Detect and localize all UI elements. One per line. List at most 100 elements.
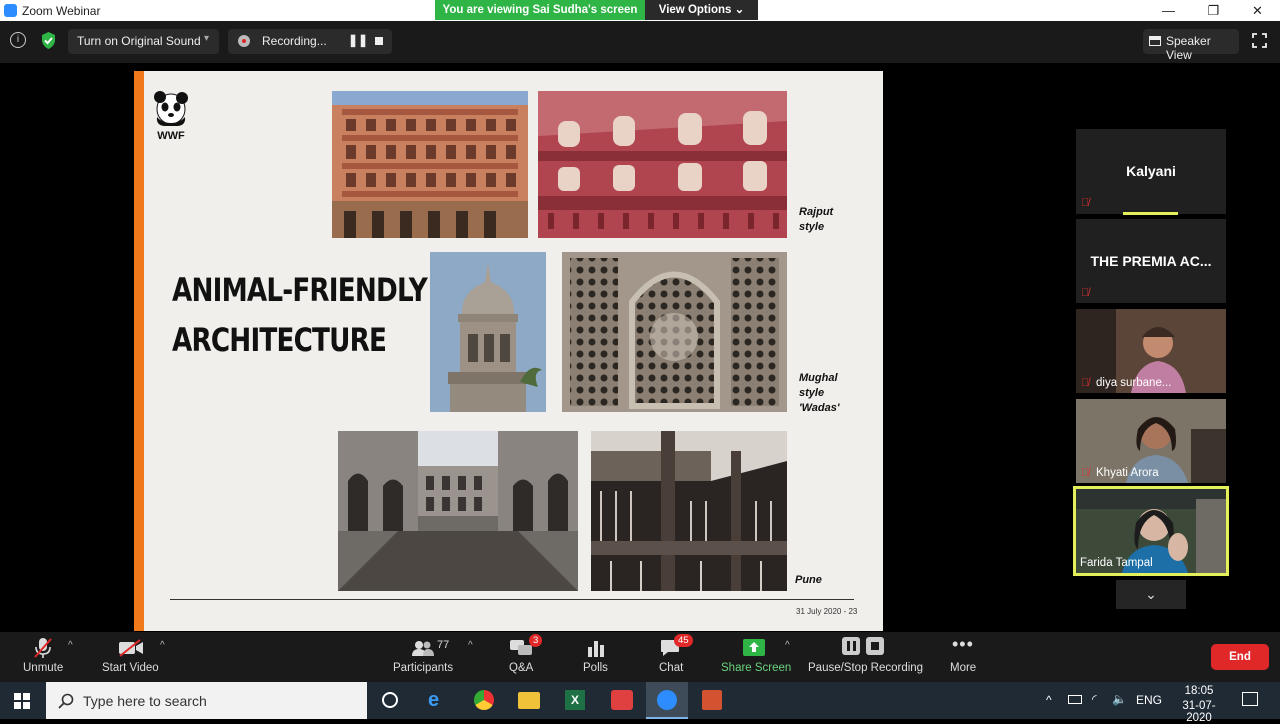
chrome-icon[interactable] (474, 690, 494, 710)
notification-center-icon[interactable] (1242, 692, 1258, 706)
search-placeholder: Type here to search (83, 693, 207, 709)
view-options-button[interactable]: View Options ⌄ (645, 0, 758, 20)
participant-name: diya surbane... (1096, 377, 1172, 389)
minimize-button[interactable]: — (1146, 0, 1191, 21)
muted-mic-icon: 🎙̸ (1081, 467, 1090, 479)
presentation-slide: WWF ANIMAL-FRIENDLY ARCHITECTURE Rajput … (134, 71, 883, 631)
window-title: Zoom Webinar (22, 4, 101, 18)
pause-recording-icon (842, 637, 860, 655)
participants-options-caret-icon[interactable]: ^ (468, 640, 473, 651)
share-screen-button[interactable]: Share Screen (720, 632, 791, 682)
video-options-caret-icon[interactable]: ^ (160, 640, 165, 651)
zoom-taskbar-button[interactable] (646, 682, 688, 719)
recording-indicator: Recording... ❚❚ (228, 29, 392, 54)
active-speaker-indicator (1123, 212, 1178, 215)
taskbar-clock[interactable]: 18:05 31-07-2020 (1170, 685, 1228, 724)
polls-icon (588, 641, 604, 657)
shield-icon[interactable] (40, 31, 57, 50)
excel-icon[interactable]: X (565, 690, 585, 710)
wifi-icon[interactable]: ◜ (1092, 692, 1097, 706)
end-webinar-button[interactable]: End (1211, 644, 1269, 670)
jali-screen-photo (562, 252, 787, 412)
rajput-facade-photo (538, 91, 787, 238)
speaker-view-button[interactable]: Speaker View (1143, 29, 1239, 62)
chat-badge: 45 (674, 634, 693, 647)
pause-stop-label: Pause/Stop Recording (808, 662, 924, 674)
info-icon[interactable]: i (10, 32, 26, 48)
gallery-scroll-down-button[interactable]: ⌄ (1116, 580, 1186, 609)
participants-count: 77 (437, 639, 450, 651)
close-button[interactable]: ✕ (1235, 0, 1280, 21)
participant-name: THE PREMIA AC... (1090, 253, 1212, 269)
fullscreen-icon[interactable] (1252, 33, 1267, 48)
participants-icon (412, 641, 434, 656)
recording-label: Recording... (262, 34, 327, 48)
file-explorer-icon[interactable] (518, 692, 540, 709)
volume-icon[interactable]: 🔈 (1112, 692, 1127, 706)
start-video-button[interactable]: Start Video (100, 632, 162, 682)
windows-start-icon[interactable] (14, 693, 30, 709)
battery-icon[interactable] (1068, 695, 1082, 704)
unmute-label: Unmute (23, 662, 64, 674)
powerpoint-icon[interactable] (702, 690, 722, 710)
muted-mic-icon: 🎙̸ (1081, 287, 1090, 299)
pune-wada-photo (591, 431, 787, 591)
wwf-logo: WWF (152, 89, 190, 142)
muted-mic-icon: 🎙̸ (1081, 377, 1090, 389)
show-hidden-icons-icon[interactable]: ^ (1046, 693, 1052, 707)
taskbar-search-box[interactable]: Type here to search (46, 682, 367, 719)
chat-button[interactable]: 45 Chat (652, 632, 693, 682)
participant-tile-diya[interactable]: 🎙̸ diya surbane... (1076, 309, 1226, 393)
muted-mic-icon (34, 638, 52, 658)
anydesk-icon[interactable] (611, 690, 633, 710)
caption-rajput-1: Rajput (799, 206, 834, 218)
participant-name: Khyati Arora (1096, 467, 1159, 479)
audio-options-caret-icon[interactable]: ^ (68, 640, 73, 651)
slide-footer-divider (170, 599, 854, 600)
hawa-mahal-photo (332, 91, 528, 238)
courtyard-arches-photo (338, 431, 578, 591)
view-options-label: View Options (658, 4, 732, 16)
slide-orange-bar (134, 71, 144, 631)
caption-mughal-1: Mughal (799, 372, 838, 384)
viewing-screen-banner: You are viewing Sai Sudha's screen (435, 0, 645, 20)
unmute-button[interactable]: Unmute (18, 632, 68, 682)
maximize-button[interactable]: ❐ (1191, 0, 1236, 21)
caption-rajput-2: style (799, 221, 825, 233)
chevron-down-icon: ⌄ (1145, 586, 1157, 602)
mughal-dome-photo (430, 252, 546, 412)
search-icon (58, 693, 74, 709)
windows-taskbar: Type here to search e X ^ ◜ 🔈 ENG 18:05 … (0, 682, 1280, 724)
participant-tile-premia[interactable]: THE PREMIA AC... 🎙̸ (1076, 219, 1226, 303)
participant-tile-farida[interactable]: Farida Tampal (1073, 486, 1229, 576)
qa-badge: 3 (529, 634, 543, 647)
participant-tile-khyati[interactable]: 🎙̸ Khyati Arora (1076, 399, 1226, 483)
dropdown-arrow-icon[interactable]: ▾ (204, 33, 209, 44)
pause-icon[interactable]: ❚❚ (348, 33, 368, 47)
participant-tile-kalyani[interactable]: Kalyani 🎙̸ (1076, 129, 1226, 215)
participants-button[interactable]: 77 Participants (391, 632, 455, 682)
share-screen-icon (743, 639, 765, 656)
pause-bar-right (853, 641, 856, 651)
pause-bar-left (847, 641, 850, 651)
stop-icon[interactable] (375, 37, 383, 45)
chat-label: Chat (659, 662, 684, 674)
chevron-down-icon: ⌄ (734, 4, 745, 16)
participant-name: Kalyani (1126, 163, 1176, 179)
meeting-bottom-toolbar: Unmute ^ Start Video ^ 77 Participants ^… (0, 632, 1280, 682)
pause-stop-recording-button[interactable]: Pause/Stop Recording (806, 632, 924, 682)
muted-mic-icon: 🎙̸ (1081, 197, 1090, 209)
polls-button[interactable]: Polls (578, 632, 614, 682)
language-indicator[interactable]: ENG (1136, 693, 1162, 707)
slide-title-line2: ARCHITECTURE (172, 321, 387, 359)
qa-button[interactable]: 3 Q&A (503, 632, 543, 682)
more-button[interactable]: ••• More (946, 632, 982, 682)
caption-pune: Pune (795, 574, 822, 586)
edge-browser-icon[interactable]: e (428, 690, 448, 710)
cortana-icon[interactable] (382, 692, 398, 708)
stop-square (871, 642, 879, 650)
zoom-app-icon (4, 4, 17, 17)
original-sound-button[interactable]: Turn on Original Sound ▾ (68, 29, 219, 54)
share-options-caret-icon[interactable]: ^ (785, 640, 790, 651)
slide-title-line1: ANIMAL-FRIENDLY (172, 271, 428, 309)
